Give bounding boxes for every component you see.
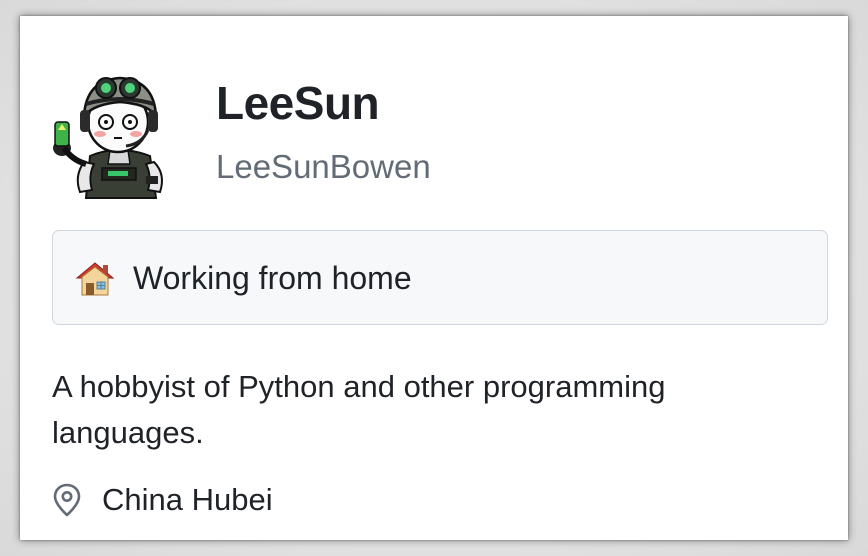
profile-name: LeeSun [216, 77, 380, 129]
avatar[interactable] [50, 64, 186, 200]
profile-card: LeeSun LeeSunBowen Working from home A h… [20, 16, 848, 540]
profile-bio: A hobbyist of Python and other programmi… [52, 369, 666, 450]
screenshot-frame: LeeSun LeeSunBowen Working from home A h… [0, 0, 868, 556]
location-pin-icon [53, 483, 81, 517]
cartoon-soldier-avatar-icon [53, 76, 163, 199]
location-text: China Hubei [102, 482, 273, 517]
house-icon [75, 262, 115, 296]
profile-login: LeeSunBowen [216, 148, 431, 185]
profile-location: China Hubei [52, 480, 273, 520]
status-box[interactable]: Working from home [52, 230, 828, 325]
status-text: Working from home [133, 260, 412, 296]
